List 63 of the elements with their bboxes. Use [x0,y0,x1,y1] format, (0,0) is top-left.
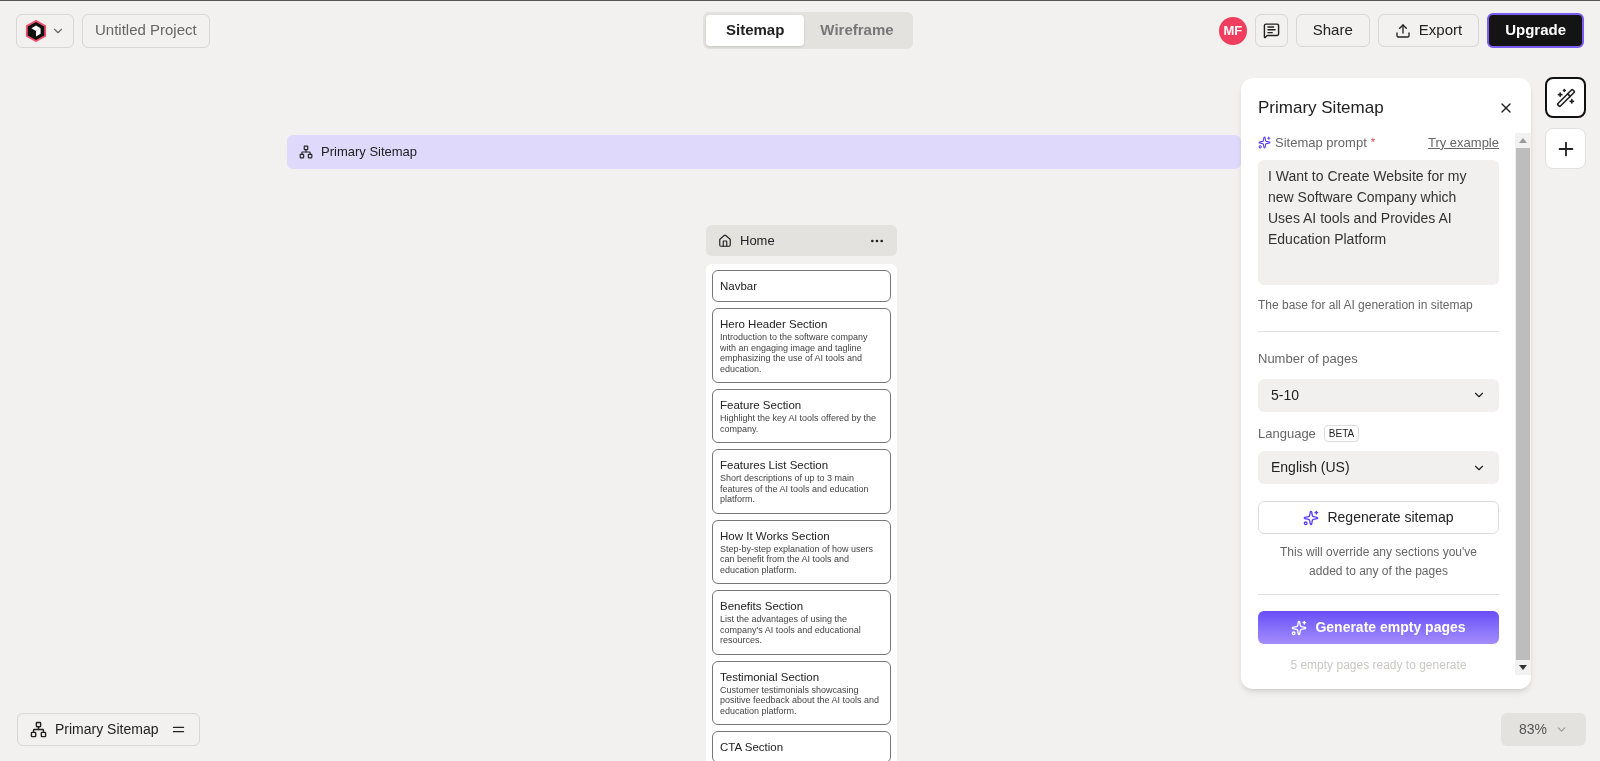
view-tab[interactable]: Sitemap [706,15,805,46]
sparkle-icon [1258,135,1271,149]
section-title: Testimonial Section [720,669,821,684]
share-button[interactable]: Share [1295,14,1370,47]
language-select[interactable]: English (US) [1258,451,1499,484]
logo-menu-button[interactable] [16,13,74,48]
home-icon [718,233,732,248]
section-card[interactable]: Benefits Section List the advantages of using the company's AI tools and educational resources. [712,590,891,655]
zoom-select[interactable]: 83% [1501,713,1586,746]
comments-button[interactable] [1254,14,1288,47]
sitemap-bar[interactable]: Primary Sitemap [287,135,1241,169]
section-title: Hero Header Section [720,317,829,331]
generate-note: 5 empty pages ready to generate [1289,657,1468,674]
try-example-link[interactable]: Try example [1427,132,1499,152]
section-title: Navbar [720,279,759,293]
section-description: Highlight the key AI tools offered by the company. [720,413,877,434]
sitemap-switcher[interactable]: Primary Sitemap [17,713,201,746]
beta-badge: BETA [1323,424,1360,442]
project-title-button[interactable]: Untitled Project [82,13,210,48]
section-card[interactable]: Testimonial Section Customer testimonials showcasing positive feedback about the AI tools and education platform. [712,660,891,725]
section-description: Customer testimonials showcasing positive feedback about the AI tools and education platform. [720,684,881,716]
page-header[interactable]: Home [706,225,897,256]
regenerate-button[interactable]: Regenerate sitemap [1258,501,1499,534]
section-description: Step-by-step explanation of how users can benefit from the AI tools and education platform. [720,543,875,575]
language-label: Language [1258,424,1316,443]
sitemap-icon [30,721,47,738]
section-description: Short descriptions of up to 3 main features of the AI tools and education platform. [720,473,870,505]
section-title: How It Works Section [720,528,831,543]
add-button[interactable] [1545,128,1586,169]
generate-pages-button[interactable]: Generate empty pages [1258,611,1499,644]
scrollbar[interactable] [1515,132,1531,675]
section-title: Features List Section [720,458,830,472]
pages-select[interactable]: 5-10 [1258,378,1499,412]
section-card[interactable]: Feature Section Highlight the key AI tools offered by the company. [712,389,891,443]
prompt-label: Sitemap prompt [1275,133,1367,152]
upload-icon [1394,22,1411,39]
cube-logo-icon [25,19,47,42]
regenerate-note: This will override any sections you've added to any of the pages [1278,544,1478,580]
sparkle-icon [1303,509,1320,526]
sitemap-icon [299,145,313,159]
export-button[interactable]: Export [1377,14,1480,47]
section-card[interactable]: Navbar [712,270,891,302]
section-title: CTA Section [720,740,785,754]
sitemap-bar-label: Primary Sitemap [321,143,418,162]
user-avatar[interactable]: MF [1218,16,1247,45]
section-card[interactable]: How It Works Section Step-by-step explanation of how users can benefit from the AI tools and education platform. [712,519,891,584]
comment-bubble-icon [1262,22,1280,39]
panel-title: Primary Sitemap [1258,97,1384,119]
section-title: Benefits Section [720,599,805,613]
upgrade-button[interactable]: Upgrade [1487,13,1584,48]
ai-edit-button[interactable] [1545,77,1586,118]
required-mark: * [1370,135,1376,150]
pages-label: Number of pages [1258,350,1359,368]
section-title: Feature Section [720,398,803,412]
section-description: Introduction to the software company with an engaging image and tagline emphasizing the use of AI tools and education. [720,332,869,374]
scroll-down-arrow-icon[interactable] [1519,665,1527,670]
prompt-field[interactable]: I Want to Create Website for my new Software Company which Uses AI tools and Provides AI Education Platform [1258,160,1499,285]
section-card[interactable]: Hero Header Section Introduction to the software company with an engaging image and tagline emphasizing the use of AI tools and education. [712,308,891,383]
sparkle-icon [1291,619,1308,636]
prompt-hint: The base for all AI generation in sitemap [1258,297,1474,314]
page-title: Home [740,231,776,250]
section-description: List the advantages of using the company's AI tools and educational resources. [720,614,862,646]
section-card[interactable]: Features List Section Short descriptions of up to 3 main features of the AI tools and education platform. [712,449,891,514]
